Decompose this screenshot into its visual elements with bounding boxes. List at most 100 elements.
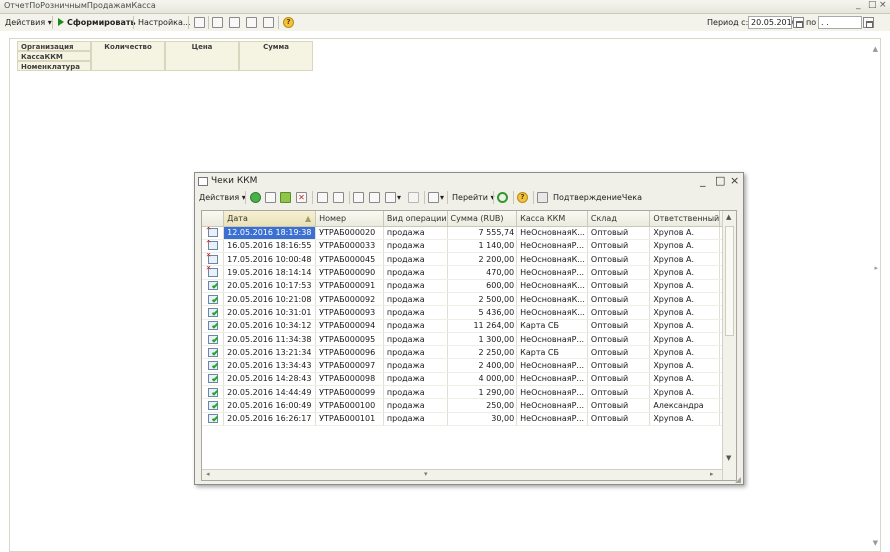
period-from-field[interactable]: 20.05.2016 xyxy=(748,16,797,29)
table-row[interactable]: 20.05.2016 14:44:49 УТРАБ000099 продажа 1 2… xyxy=(202,385,736,400)
period-to-field[interactable]: . . xyxy=(818,16,862,29)
column-header-warehouse[interactable]: Склад xyxy=(587,211,651,227)
filter-settings-icon[interactable] xyxy=(385,192,396,203)
cell-date: 17.05.2016 10:00:48 xyxy=(223,252,317,267)
search-icon[interactable] xyxy=(333,192,344,203)
main-toolbar: Действия ▾ Сформировать Настройка... ? П… xyxy=(0,14,890,31)
confirm-receipt-button[interactable]: ПодтверждениеЧека xyxy=(553,191,642,204)
scroll-right-icon[interactable]: ▸ xyxy=(710,470,714,478)
report-icon[interactable] xyxy=(194,17,205,28)
row-status-cell xyxy=(202,358,225,373)
dialog-actions-menu[interactable]: Действия ▾ xyxy=(199,191,246,204)
header-quantity: Количество xyxy=(91,41,165,71)
header-organization: Организация xyxy=(17,41,91,51)
post-icon[interactable] xyxy=(317,192,328,203)
table-row[interactable]: ✕ 16.05.2016 18:16:55 УТРАБ000033 продажа 1 … xyxy=(202,239,736,254)
scroll-right-icon[interactable]: ▸ xyxy=(874,264,878,272)
goto-menu[interactable]: Перейти ▾ xyxy=(452,191,495,204)
table-row[interactable]: 20.05.2016 16:26:17 УТРАБ000101 продажа 30,… xyxy=(202,412,736,426)
column-header-register[interactable]: Касса ККМ xyxy=(516,211,588,227)
table-row[interactable]: ✕ 12.05.2016 18:19:38 УТРАБ000020 продажа 7 … xyxy=(202,226,736,240)
row-status-cell xyxy=(202,345,225,360)
refresh-icon[interactable] xyxy=(497,192,508,203)
dropdown-arrow-icon[interactable]: ▾ xyxy=(397,191,401,204)
maximize-button[interactable]: □ xyxy=(868,0,877,10)
cell-amount: 2 500,00 xyxy=(447,292,518,307)
cell-date: 20.05.2016 13:34:43 xyxy=(223,358,317,373)
help-icon[interactable]: ? xyxy=(517,192,528,203)
dialog-title-bar[interactable]: Чеки ККМ _ □ × xyxy=(195,173,743,189)
cell-date: 20.05.2016 16:26:17 xyxy=(223,412,317,426)
close-button[interactable]: × xyxy=(879,0,887,10)
generate-button[interactable]: Сформировать xyxy=(67,16,136,29)
cell-operation: продажа xyxy=(383,372,448,387)
vertical-scrollbar[interactable]: ▲ ▼ xyxy=(722,211,736,480)
dropdown-arrow-icon[interactable]: ▾ xyxy=(440,191,444,204)
structure-icon[interactable] xyxy=(428,192,439,203)
table-row[interactable]: 20.05.2016 13:34:43 УТРАБ000097 продажа 2 4… xyxy=(202,358,736,373)
delete-icon[interactable]: ✕ xyxy=(296,192,307,203)
toolbar-separator xyxy=(349,191,350,204)
clear-filter-icon[interactable] xyxy=(408,192,419,203)
receipts-table[interactable]: Дата ▲ Номер Вид операции Сумма (RUB) Кас… xyxy=(201,210,737,481)
filter-icon[interactable] xyxy=(353,192,364,203)
column-header-amount[interactable]: Сумма (RUB) xyxy=(447,211,518,227)
table-row[interactable]: 20.05.2016 10:34:12 УТРАБ000094 продажа 11 … xyxy=(202,319,736,333)
column-header-operation[interactable]: Вид операции xyxy=(383,211,448,227)
filter-list-icon[interactable] xyxy=(369,192,380,203)
deletion-mark-icon: ✕ xyxy=(205,265,212,273)
table-row[interactable]: 20.05.2016 13:21:34 УТРАБ000096 продажа 2 2… xyxy=(202,345,736,360)
calendar-icon[interactable] xyxy=(863,17,874,28)
column-header-number[interactable]: Номер xyxy=(315,211,384,227)
calendar-icon[interactable] xyxy=(793,17,804,28)
horizontal-scrollbar[interactable]: ◂ ▾ ▸ xyxy=(202,469,722,480)
table-row[interactable]: 20.05.2016 10:17:53 УТРАБ000091 продажа 600… xyxy=(202,279,736,293)
edit-icon[interactable] xyxy=(280,192,291,203)
cell-warehouse: Оптовый xyxy=(587,412,651,426)
table-row[interactable]: ✕ 17.05.2016 10:00:48 УТРАБ000045 продажа 2 … xyxy=(202,252,736,267)
table-row[interactable]: 20.05.2016 10:21:08 УТРАБ000092 продажа 2 5… xyxy=(202,292,736,307)
cell-number: УТРАБ000098 xyxy=(315,372,384,387)
scroll-down-icon[interactable]: ▼ xyxy=(873,539,878,547)
cell-number: УТРАБ000020 xyxy=(315,226,384,240)
scroll-down-icon[interactable]: ▼ xyxy=(726,454,731,462)
posted-document-icon xyxy=(207,347,218,357)
dialog-maximize-button[interactable]: □ xyxy=(715,174,725,188)
tree-icon[interactable] xyxy=(212,17,223,28)
scroll-left-icon[interactable]: ◂ xyxy=(206,470,210,478)
table-row[interactable]: ✕ 19.05.2016 18:14:14 УТРАБ000090 продажа 47… xyxy=(202,265,736,280)
posted-check-icon xyxy=(211,322,218,329)
column-header-responsible[interactable]: Ответственный xyxy=(649,211,721,227)
cell-register: НеОсновнаяР... xyxy=(516,412,588,426)
table-header-row: Дата ▲ Номер Вид операции Сумма (RUB) Кас… xyxy=(202,211,736,227)
column-header-date[interactable]: Дата ▲ xyxy=(223,211,317,227)
help-icon[interactable]: ? xyxy=(283,17,294,28)
import-icon[interactable] xyxy=(263,17,274,28)
scroll-up-icon[interactable]: ▲ xyxy=(726,213,731,221)
row-status-cell: ✕ xyxy=(202,252,225,267)
cell-operation: продажа xyxy=(383,239,448,254)
dialog-minimize-button[interactable]: _ xyxy=(700,174,706,188)
table-row[interactable]: 20.05.2016 14:28:43 УТРАБ000098 продажа 4 0… xyxy=(202,372,736,387)
cell-date: 20.05.2016 14:28:43 xyxy=(223,372,317,387)
scroll-thumb-grip[interactable]: ▾ xyxy=(424,470,428,478)
posted-document-icon xyxy=(207,294,218,304)
table-icon[interactable] xyxy=(229,17,240,28)
printer-icon[interactable] xyxy=(537,192,548,203)
settings-button[interactable]: Настройка... xyxy=(138,16,191,29)
resize-grip[interactable] xyxy=(733,475,741,483)
cell-responsible: Хрупов А. xyxy=(649,252,721,267)
export-icon[interactable] xyxy=(246,17,257,28)
table-row[interactable]: 20.05.2016 16:00:49 УТРАБ000100 продажа 250… xyxy=(202,398,736,413)
cell-warehouse: Оптовый xyxy=(587,265,651,280)
dialog-close-button[interactable]: × xyxy=(730,174,739,188)
table-row[interactable]: 20.05.2016 11:34:38 УТРАБ000095 продажа 1 3… xyxy=(202,332,736,347)
scroll-up-icon[interactable]: ▲ xyxy=(873,45,878,53)
add-icon[interactable] xyxy=(250,192,261,203)
scroll-thumb[interactable] xyxy=(725,226,734,336)
minimize-button[interactable]: _ xyxy=(856,0,861,10)
copy-icon[interactable] xyxy=(265,192,276,203)
table-row[interactable]: 20.05.2016 10:31:01 УТРАБ000093 продажа 5 4… xyxy=(202,305,736,320)
cell-amount: 1 300,00 xyxy=(447,332,518,347)
actions-menu[interactable]: Действия ▾ xyxy=(5,16,52,29)
